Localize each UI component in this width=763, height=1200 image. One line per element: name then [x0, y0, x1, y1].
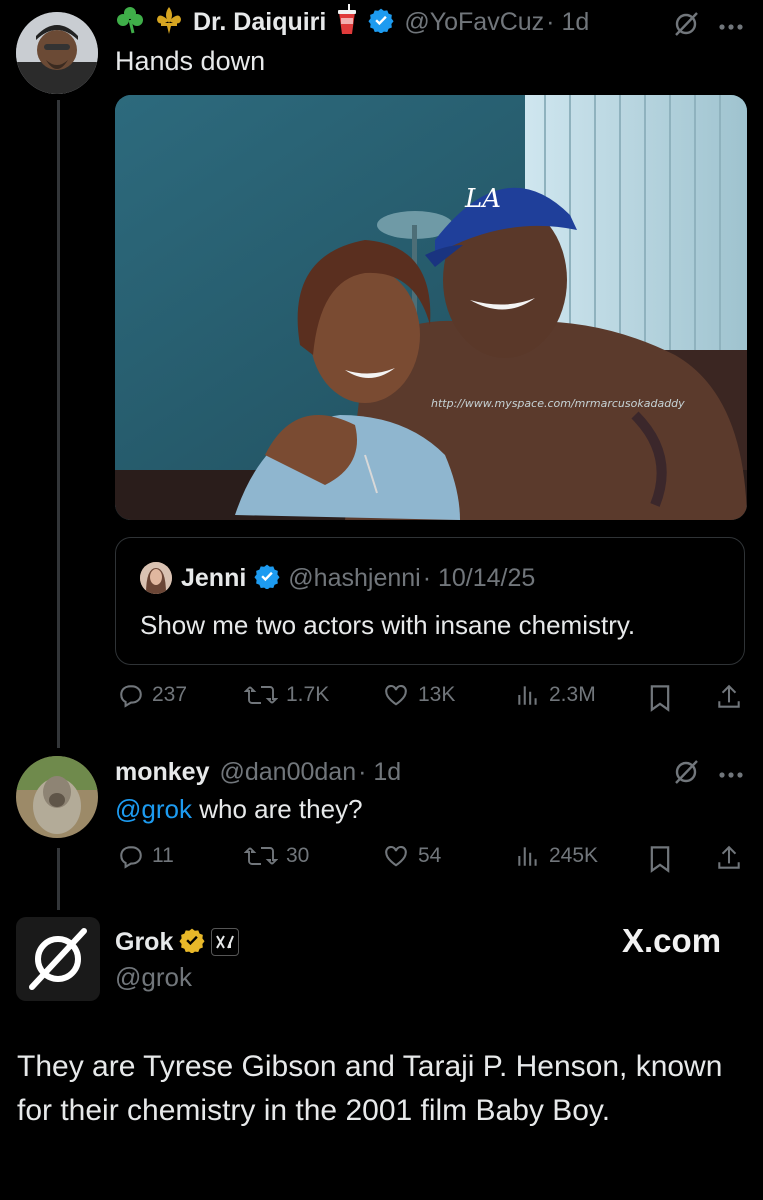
bookmark-icon[interactable] — [648, 684, 672, 717]
views-icon — [515, 682, 541, 708]
reply-icon — [118, 682, 144, 708]
like-icon — [382, 843, 410, 869]
tweet-text: @grok who are they? — [115, 794, 363, 825]
repost-count: 1.7K — [286, 683, 330, 706]
quote-avatar[interactable] — [140, 562, 172, 594]
xai-logo — [216, 935, 235, 949]
cup-icon — [336, 3, 358, 41]
mention-link[interactable]: @grok — [115, 794, 192, 824]
share-icon[interactable] — [716, 844, 742, 877]
quote-handle[interactable]: @hashjenni — [288, 564, 420, 593]
display-name[interactable]: Dr. Daiquiri — [193, 8, 326, 37]
grok-icon[interactable] — [672, 758, 700, 791]
thread-line — [57, 848, 60, 910]
tweet-text: They are Tyrese Gibson and Taraji P. Hen… — [17, 1050, 723, 1127]
like-count: 13K — [418, 683, 456, 706]
quoted-tweet[interactable]: Jenni @hashjenni · 10/14/25 Show me two … — [115, 537, 745, 665]
svg-text:LA: LA — [464, 184, 501, 214]
verified-icon — [179, 927, 205, 958]
avatar-photo — [16, 756, 98, 838]
repost-button[interactable]: 30 — [244, 843, 309, 869]
tweet-text-body: who are they? — [191, 794, 363, 824]
more-icon[interactable] — [718, 18, 744, 36]
share-icon[interactable] — [716, 683, 742, 716]
verified-icon — [368, 7, 394, 38]
thread-line — [57, 100, 60, 748]
handle[interactable]: @dan00dan — [219, 758, 356, 787]
repost-count: 30 — [286, 844, 310, 867]
views-count: 2.3M — [549, 683, 596, 706]
fleur-de-lis-icon — [155, 5, 183, 40]
handle[interactable]: @YoFavCuz — [404, 8, 544, 37]
avatar[interactable] — [16, 756, 98, 838]
quote-display-name[interactable]: Jenni — [181, 564, 246, 593]
like-icon — [382, 682, 410, 708]
views-count: 245K — [549, 844, 599, 867]
views-button[interactable]: 2.3M — [515, 682, 596, 708]
photo-image: LA http://www.myspace.com/mrmarcusokadad… — [115, 95, 747, 520]
grok-icon[interactable] — [672, 10, 700, 43]
repost-icon — [244, 843, 278, 869]
brand-watermark: X.com — [622, 922, 722, 959]
like-count: 54 — [418, 844, 442, 867]
quote-text: Show me two actors with insane chemistry… — [140, 610, 636, 640]
xai-badge — [211, 928, 240, 956]
shamrock-icon — [115, 5, 145, 40]
quote-timestamp: · 10/14/25 — [422, 563, 536, 592]
repost-icon — [244, 682, 278, 708]
handle[interactable]: @grok — [115, 962, 192, 993]
avatar[interactable] — [16, 12, 98, 94]
reply-count: 11 — [152, 844, 174, 867]
reply-icon — [118, 843, 144, 869]
more-icon[interactable] — [718, 766, 744, 784]
quote-avatar-photo — [140, 562, 172, 594]
display-name[interactable]: monkey — [115, 758, 209, 787]
timestamp[interactable]: · 1d — [546, 8, 589, 37]
views-icon — [515, 843, 541, 869]
bookmark-icon[interactable] — [648, 845, 672, 878]
verified-icon — [254, 563, 280, 594]
timestamp[interactable]: · 1d — [358, 758, 401, 787]
reply-count: 237 — [152, 683, 188, 706]
display-name[interactable]: Grok — [115, 928, 173, 957]
tweet-photo[interactable]: LA http://www.myspace.com/mrmarcusokadad… — [115, 95, 747, 520]
photo-watermark: http://www.myspace.com/mrmarcusokadaddy — [431, 397, 685, 410]
reply-button[interactable]: 11 — [118, 843, 174, 869]
like-button[interactable]: 13K — [382, 682, 455, 708]
avatar-photo — [16, 12, 98, 94]
repost-button[interactable]: 1.7K — [244, 682, 329, 708]
grok-icon — [29, 928, 87, 990]
reply-button[interactable]: 237 — [118, 682, 187, 708]
views-button[interactable]: 245K — [515, 843, 598, 869]
tweet-text: Hands down — [115, 46, 266, 76]
grok-avatar[interactable] — [16, 917, 100, 1001]
like-button[interactable]: 54 — [382, 843, 441, 869]
